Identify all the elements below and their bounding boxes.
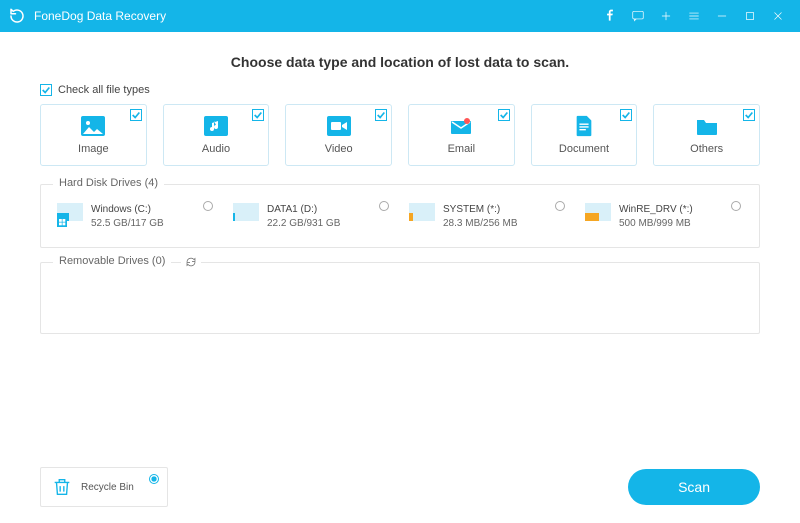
- drive-size: 22.2 GB/931 GB: [267, 217, 340, 231]
- type-document-label: Document: [559, 143, 609, 155]
- removable-section: Removable Drives (0): [40, 262, 760, 334]
- drive-radio[interactable]: [379, 201, 389, 211]
- titlebar-buttons: [596, 0, 792, 32]
- type-video[interactable]: Video: [285, 104, 392, 166]
- page-heading: Choose data type and location of lost da…: [40, 54, 760, 70]
- type-others-label: Others: [690, 143, 723, 155]
- drive-name: Windows (C:): [91, 203, 164, 217]
- drive-icon: [233, 203, 259, 233]
- document-icon: [570, 115, 598, 137]
- type-email[interactable]: Email: [408, 104, 515, 166]
- drive-system[interactable]: SYSTEM (*:) 28.3 MB/256 MB: [405, 199, 571, 237]
- drive-text: DATA1 (D:) 22.2 GB/931 GB: [267, 203, 340, 231]
- drive-size: 52.5 GB/117 GB: [91, 217, 164, 231]
- hdd-section: Hard Disk Drives (4) Windows (C:) 52.5 G…: [40, 184, 760, 248]
- main-content: Choose data type and location of lost da…: [0, 32, 800, 334]
- drive-text: SYSTEM (*:) 28.3 MB/256 MB: [443, 203, 517, 231]
- feedback-icon[interactable]: [624, 0, 652, 32]
- refresh-icon[interactable]: [181, 255, 201, 273]
- drive-size: 28.3 MB/256 MB: [443, 217, 517, 231]
- drive-text: Windows (C:) 52.5 GB/117 GB: [91, 203, 164, 231]
- drive-name: WinRE_DRV (*:): [619, 203, 693, 217]
- removable-section-title: Removable Drives (0): [53, 255, 171, 267]
- bottom-area: Recycle Bin Scan: [0, 467, 800, 507]
- recycle-bin-option[interactable]: Recycle Bin: [40, 467, 168, 507]
- type-image-checkbox[interactable]: [130, 109, 142, 121]
- trash-icon: [51, 476, 73, 498]
- drive-icon: [585, 203, 611, 233]
- type-image[interactable]: Image: [40, 104, 147, 166]
- scan-button[interactable]: Scan: [628, 469, 760, 505]
- drive-radio[interactable]: [203, 201, 213, 211]
- type-document-checkbox[interactable]: [620, 109, 632, 121]
- type-others[interactable]: Others: [653, 104, 760, 166]
- type-email-checkbox[interactable]: [498, 109, 510, 121]
- type-audio-checkbox[interactable]: [252, 109, 264, 121]
- drive-size: 500 MB/999 MB: [619, 217, 693, 231]
- titlebar: FoneDog Data Recovery: [0, 0, 800, 32]
- recycle-label: Recycle Bin: [81, 482, 134, 493]
- maximize-button[interactable]: [736, 0, 764, 32]
- type-video-label: Video: [325, 143, 353, 155]
- drive-text: WinRE_DRV (*:) 500 MB/999 MB: [619, 203, 693, 231]
- check-all-row[interactable]: Check all file types: [40, 84, 760, 96]
- type-audio-label: Audio: [202, 143, 230, 155]
- share-facebook-icon[interactable]: [596, 0, 624, 32]
- hdd-drives: Windows (C:) 52.5 GB/117 GB DATA1 (D:) 2…: [53, 199, 747, 237]
- video-icon: [325, 115, 353, 137]
- type-email-label: Email: [448, 143, 476, 155]
- hdd-section-title: Hard Disk Drives (4): [53, 177, 164, 189]
- plus-icon[interactable]: [652, 0, 680, 32]
- type-image-label: Image: [78, 143, 109, 155]
- folder-icon: [693, 115, 721, 137]
- app-logo-icon: [8, 7, 26, 25]
- drive-name: DATA1 (D:): [267, 203, 340, 217]
- close-button[interactable]: [764, 0, 792, 32]
- menu-icon[interactable]: [680, 0, 708, 32]
- app-title: FoneDog Data Recovery: [34, 9, 596, 23]
- drive-radio[interactable]: [731, 201, 741, 211]
- drive-icon: [57, 203, 83, 233]
- drive-name: SYSTEM (*:): [443, 203, 517, 217]
- type-video-checkbox[interactable]: [375, 109, 387, 121]
- drive-icon: [409, 203, 435, 233]
- type-document[interactable]: Document: [531, 104, 638, 166]
- type-others-checkbox[interactable]: [743, 109, 755, 121]
- email-icon: [447, 115, 475, 137]
- type-audio[interactable]: Audio: [163, 104, 270, 166]
- audio-icon: [202, 115, 230, 137]
- check-all-checkbox[interactable]: [40, 84, 52, 96]
- removable-empty: [53, 277, 747, 323]
- check-all-label: Check all file types: [58, 84, 150, 96]
- file-type-grid: Image Audio Video Email Document Others: [40, 104, 760, 166]
- drive-radio[interactable]: [555, 201, 565, 211]
- drive-windows-c[interactable]: Windows (C:) 52.5 GB/117 GB: [53, 199, 219, 237]
- minimize-button[interactable]: [708, 0, 736, 32]
- recycle-radio[interactable]: [149, 474, 159, 484]
- drive-data1-d[interactable]: DATA1 (D:) 22.2 GB/931 GB: [229, 199, 395, 237]
- drive-winre[interactable]: WinRE_DRV (*:) 500 MB/999 MB: [581, 199, 747, 237]
- image-icon: [79, 115, 107, 137]
